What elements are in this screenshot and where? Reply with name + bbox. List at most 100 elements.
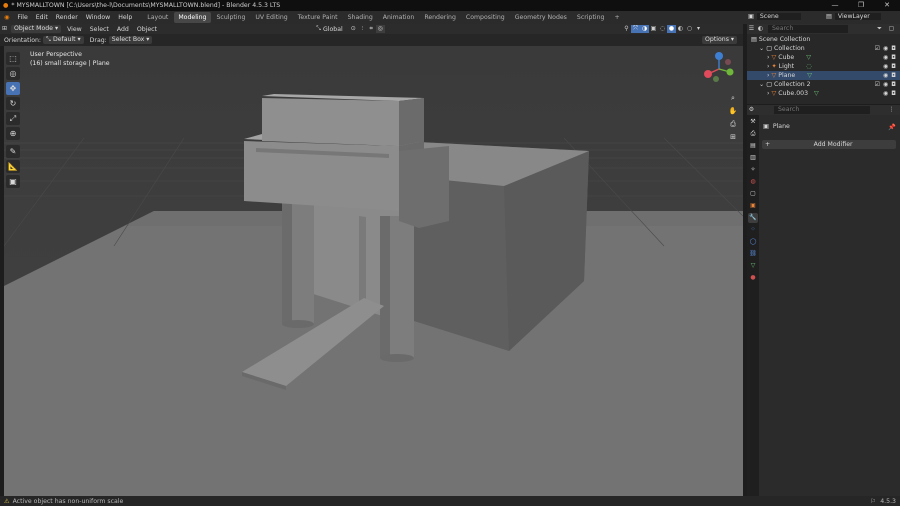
expand-arrow-icon[interactable]: › [767, 54, 769, 61]
properties-editor-icon[interactable]: ⚙ [747, 106, 756, 114]
navigation-gizmo[interactable] [702, 52, 736, 86]
view-layer-selector[interactable]: ▤ ViewLayer [826, 13, 881, 20]
shading-options-icon[interactable]: ▾ [694, 25, 703, 33]
zoom-icon[interactable]: ⌕ [727, 93, 739, 104]
pan-hand-icon[interactable]: ✋ [727, 106, 739, 117]
blender-menu-icon[interactable]: ◉ [0, 11, 13, 24]
new-collection-icon[interactable]: ▢ [887, 25, 896, 33]
shading-wireframe-icon[interactable]: ◌ [658, 25, 667, 33]
scene-selector[interactable]: ▣ Scene [748, 13, 801, 20]
outliner-row-collection[interactable]: ⌄ ▢ Collection ☑ ◉ ◘ [747, 44, 900, 53]
add-cube-tool-icon[interactable]: ▣ [6, 175, 20, 188]
transform-tool-icon[interactable]: ⊕ [6, 127, 20, 140]
expand-arrow-icon[interactable]: ⌄ [759, 45, 764, 52]
rotate-tool-icon[interactable]: ↻ [6, 97, 20, 110]
outliner-row-light[interactable]: › ✦ Light ◌ ◉ ◘ [747, 62, 900, 71]
tab-shading[interactable]: Shading [344, 12, 377, 23]
camera-icon[interactable]: ◘ [891, 81, 896, 88]
outliner-row-collection-2[interactable]: ⌄ ▢ Collection 2 ☑ ◉ ◘ [747, 80, 900, 89]
camera-icon[interactable]: ◘ [891, 90, 896, 97]
camera-icon[interactable]: ◘ [891, 54, 896, 61]
scene-tab-icon[interactable]: ✧ [748, 165, 758, 175]
outliner-row-plane[interactable]: › ▽ Plane ▽ ◉ ◘ [747, 71, 900, 80]
tab-texture-paint[interactable]: Texture Paint [294, 12, 342, 23]
gizmo-toggle-icon[interactable]: ⤧ [631, 25, 640, 33]
object-tab-icon[interactable]: ▣ [748, 201, 758, 211]
eye-icon[interactable]: ◉ [883, 45, 888, 52]
tab-compositing[interactable]: Compositing [462, 12, 509, 23]
render-tab-icon[interactable]: ⎙ [748, 129, 758, 139]
expand-arrow-icon[interactable]: ⌄ [759, 81, 764, 88]
data-tab-icon[interactable]: ▽ [748, 261, 758, 271]
eye-icon[interactable]: ◉ [883, 63, 888, 70]
orientation-dropdown[interactable]: ⤡ Default ▾ [43, 36, 84, 44]
physics-tab-icon[interactable]: ◯ [748, 237, 758, 247]
view-layer-tab-icon[interactable]: ▥ [748, 153, 758, 163]
checkbox-icon[interactable]: ☑ [875, 81, 880, 88]
options-dropdown[interactable]: Options ▾ [702, 36, 737, 44]
expand-arrow-icon[interactable]: › [767, 90, 769, 97]
shading-material-icon[interactable]: ◐ [676, 25, 685, 33]
expand-arrow-icon[interactable]: › [767, 72, 769, 79]
move-tool-icon[interactable]: ✥ [6, 82, 20, 95]
camera-icon[interactable]: ◘ [891, 63, 896, 70]
outliner-editor-icon[interactable]: ☰ [747, 25, 756, 33]
display-mode-icon[interactable]: ◐ [756, 25, 765, 33]
xray-toggle-icon[interactable]: ▣ [649, 25, 658, 33]
tab-animation[interactable]: Animation [379, 12, 419, 23]
material-tab-icon[interactable]: ● [748, 273, 758, 283]
overlay-toggle-icon[interactable]: ◑ [640, 25, 649, 33]
camera-icon[interactable]: ◘ [891, 72, 896, 79]
outliner-row-scene-collection[interactable]: ▤ Scene Collection [747, 35, 900, 44]
eye-icon[interactable]: ◉ [883, 90, 888, 97]
expand-arrow-icon[interactable]: › [767, 63, 769, 70]
pin-icon[interactable]: 📌 [888, 123, 896, 131]
particles-tab-icon[interactable]: ⁘ [748, 225, 758, 235]
outliner-search-input[interactable]: Search [768, 25, 848, 33]
eye-icon[interactable]: ◉ [883, 54, 888, 61]
ortho-toggle-icon[interactable]: ⊞ [727, 132, 739, 143]
drag-dropdown[interactable]: Select Box ▾ [108, 36, 153, 44]
visibility-icon[interactable]: ⚲ [622, 25, 631, 33]
maximize-button[interactable]: ❐ [848, 0, 874, 11]
shading-rendered-icon[interactable]: ○ [685, 25, 694, 33]
tab-rendering[interactable]: Rendering [420, 12, 460, 23]
proportional-edit-icon[interactable]: ◎ [375, 25, 385, 33]
annotate-tool-icon[interactable]: ✎ [6, 145, 20, 158]
world-tab-icon[interactable]: ◍ [748, 177, 758, 187]
transform-orientation-dropdown[interactable]: Global [323, 26, 343, 33]
mode-dropdown[interactable]: Object Mode ▾ [11, 25, 62, 33]
eye-icon[interactable]: ◉ [883, 81, 888, 88]
tab-modeling[interactable]: Modeling [174, 12, 211, 23]
3d-viewport[interactable]: User Perspective (16) small storage | Pl… [4, 46, 743, 496]
menu-file[interactable]: File [13, 11, 31, 24]
tab-uv-editing[interactable]: UV Editing [251, 12, 291, 23]
add-modifier-button[interactable]: + Add Modifier [762, 140, 896, 149]
outliner-row-cube-003[interactable]: › ▽ Cube.003 ▽ ◉ ◘ [747, 89, 900, 98]
checkbox-icon[interactable]: ☑ [875, 45, 880, 52]
editor-type-icon[interactable]: ⊞ [0, 25, 9, 33]
add-workspace-button[interactable]: + [610, 12, 623, 23]
properties-search-input[interactable]: Search [774, 106, 870, 114]
measure-tool-icon[interactable]: 📐 [6, 160, 20, 173]
snap-icon[interactable]: ⫶ [358, 25, 367, 33]
modifier-tab-icon[interactable]: 🔧 [748, 213, 758, 223]
camera-view-icon[interactable]: ⎙ [727, 119, 739, 130]
constraints-tab-icon[interactable]: ⛓ [748, 249, 758, 259]
shading-solid-icon[interactable]: ● [667, 25, 676, 33]
cursor-tool-icon[interactable]: ◎ [6, 67, 20, 80]
filter-icon[interactable]: ⏷ [875, 25, 884, 33]
minimize-button[interactable]: — [822, 0, 848, 11]
tab-sculpting[interactable]: Sculpting [213, 12, 250, 23]
close-button[interactable]: ✕ [874, 0, 900, 11]
pivot-icon[interactable]: ⊙ [349, 25, 358, 33]
camera-icon[interactable]: ◘ [891, 45, 896, 52]
panel-options-icon[interactable]: ⋮ [887, 106, 896, 114]
menu-edit[interactable]: Edit [32, 11, 52, 24]
snap-target-icon[interactable]: ⌗ [367, 25, 376, 33]
output-tab-icon[interactable]: ▤ [748, 141, 758, 151]
tab-scripting[interactable]: Scripting [573, 12, 609, 23]
select-tool-icon[interactable]: ⬚ [6, 52, 20, 65]
collection-tab-icon[interactable]: ▢ [748, 189, 758, 199]
eye-icon[interactable]: ◉ [883, 72, 888, 79]
